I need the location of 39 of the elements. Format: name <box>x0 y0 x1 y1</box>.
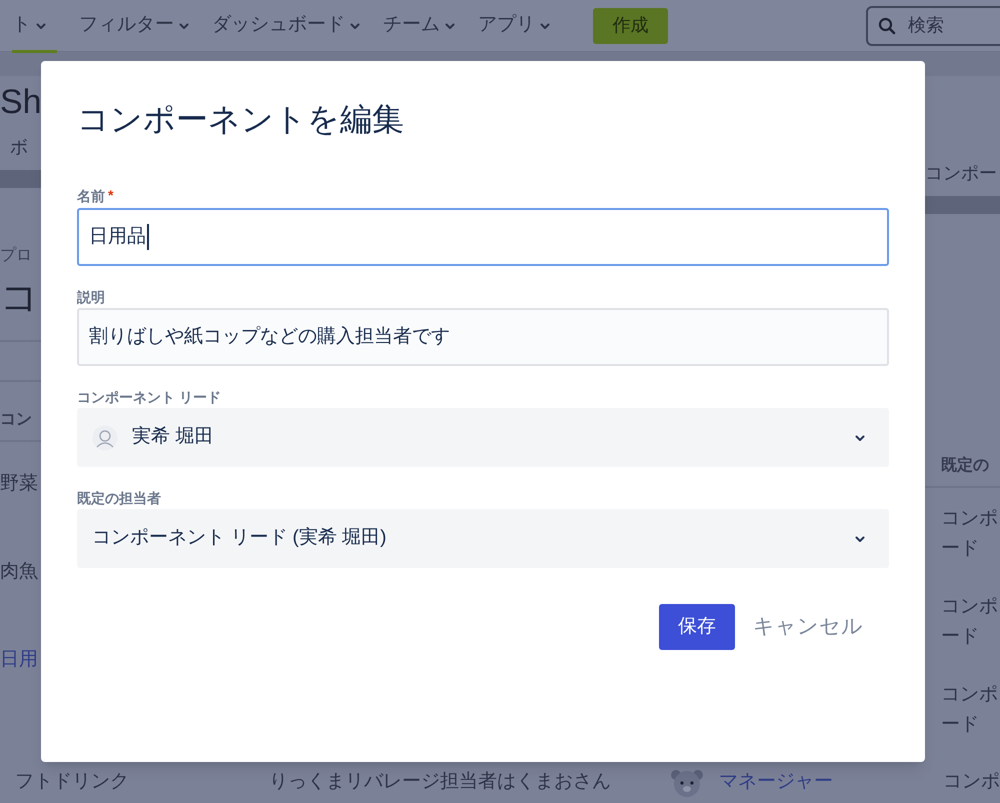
field-label: 説明 <box>77 288 105 306</box>
search-field[interactable]: 検索 <box>866 6 1000 46</box>
nav-menu[interactable]: フィルター <box>79 0 190 52</box>
cancel-button[interactable]: キャンセル <box>741 604 875 650</box>
component-link[interactable]: 日用 <box>0 648 38 672</box>
nav-menu[interactable]: ト <box>12 0 57 52</box>
table-cell-text: りっくまリバレージ担当者はくまおさん <box>269 770 612 794</box>
page-tab[interactable]: コンポー <box>925 162 1000 184</box>
column-header: コン <box>0 410 33 430</box>
nav-menu[interactable]: チーム <box>383 0 456 52</box>
field-label: コンポーネント リード <box>77 388 221 406</box>
table-cell-text: フトドリンク <box>15 770 130 794</box>
field-label: 既定の担当者 <box>77 489 161 507</box>
table-cell: 野菜 <box>0 472 38 496</box>
nav-menu[interactable]: アプリ <box>478 0 551 52</box>
text-field[interactable]: 割りばしや紙コップなどの購入担当者です <box>77 308 889 366</box>
text-field[interactable]: 日用品 <box>77 208 889 266</box>
required-mark: * <box>108 186 114 205</box>
select-field[interactable]: コンポーネント リード (実希 堀田) <box>77 509 889 568</box>
dialog-title: コンポーネントを編集 <box>77 100 405 139</box>
page-title: Sh <box>0 82 41 122</box>
create-button[interactable]: 作成 <box>593 8 668 44</box>
avatar-icon <box>92 424 118 450</box>
bear-avatar-icon <box>670 768 704 798</box>
select-field[interactable]: 実希 堀田 <box>77 408 889 467</box>
table-cell-text: コンポ ード <box>941 595 999 649</box>
page-tab[interactable]: ボ <box>10 136 41 158</box>
column-header: 既定の <box>941 456 990 476</box>
save-button[interactable]: 保存 <box>659 604 735 650</box>
tab-bar <box>0 170 41 188</box>
user-link[interactable]: マネージャー <box>718 768 944 797</box>
page-heading: コ <box>0 276 40 320</box>
nav-menu[interactable]: ダッシュボード <box>212 0 361 52</box>
table-cell-text: コンポ <box>943 770 1000 794</box>
table-cell-text: コンポ ード <box>941 507 999 561</box>
breadcrumb: プロ <box>0 246 33 266</box>
table-cell: 肉魚 <box>0 560 38 584</box>
field-label: 名前 <box>77 186 105 204</box>
table-cell-text: コンポ ード <box>941 683 999 737</box>
